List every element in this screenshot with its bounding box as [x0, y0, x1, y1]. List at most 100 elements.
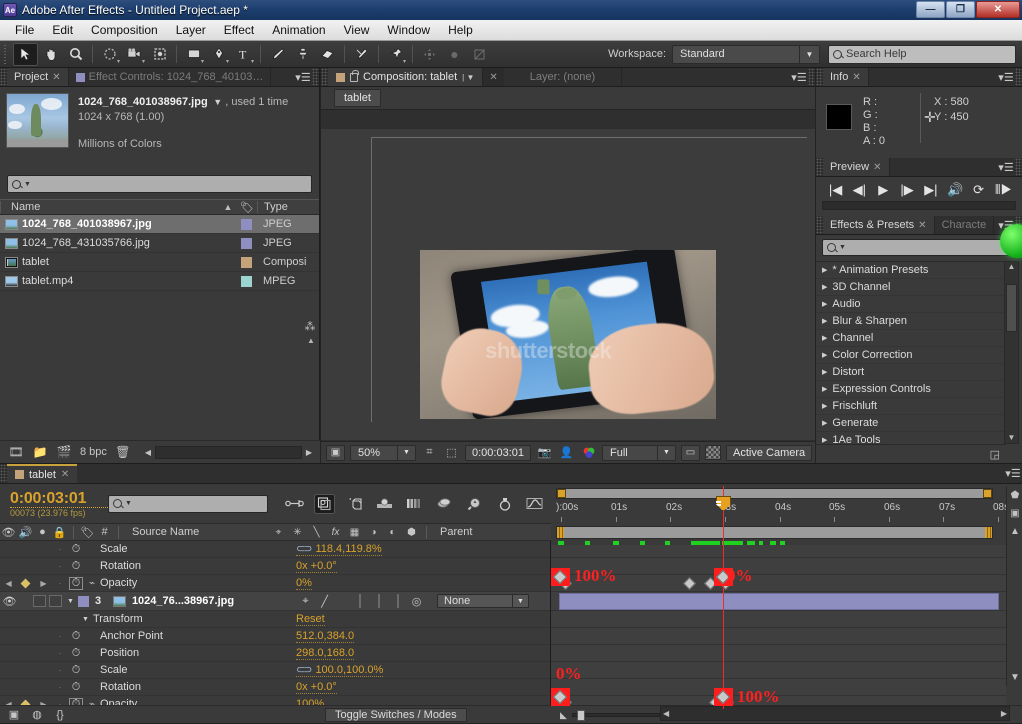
graph-editor-icon[interactable]	[524, 494, 545, 514]
column-name[interactable]: Name	[0, 201, 219, 213]
property-value[interactable]: 100.0,100.0%	[296, 663, 384, 677]
selection-tool[interactable]	[13, 42, 38, 66]
chevron-right-icon[interactable]: ▶	[822, 368, 827, 376]
fx-tab-grip[interactable]	[816, 216, 823, 234]
close-button[interactable]: ✕	[976, 1, 1020, 18]
play-icon[interactable]: ▶	[876, 182, 891, 198]
label-color-swatch[interactable]	[77, 595, 89, 607]
preview-tab-grip[interactable]	[816, 158, 823, 176]
region-toggle-icon[interactable]: ▭	[681, 444, 700, 461]
scroll-right-icon[interactable]: ▶	[1001, 709, 1007, 718]
frame-blending-footer-icon[interactable]: ▣	[6, 708, 22, 721]
scrollbar-thumb[interactable]	[1006, 284, 1017, 332]
resolution-select[interactable]: Full ▼	[602, 444, 676, 461]
close-icon[interactable]: ✕	[52, 72, 60, 83]
roto-brush-tool[interactable]	[349, 43, 374, 66]
workspace-select[interactable]: Standard ▼	[672, 44, 820, 64]
camera-tool[interactable]: ▾	[122, 43, 147, 66]
lock-icon[interactable]	[350, 69, 359, 82]
timeline-tab-grip[interactable]	[0, 464, 7, 483]
graph-footer-icon[interactable]: {}	[52, 709, 68, 721]
reset-link[interactable]: Reset	[296, 613, 325, 626]
list-item[interactable]: 1024_768_401038967.jpg JPEG	[0, 215, 319, 234]
stopwatch-icon[interactable]: ⏱	[68, 647, 84, 660]
current-time-display[interactable]: 0:00:03:01	[465, 444, 531, 461]
sort-ascending-icon[interactable]: ▲	[219, 202, 237, 212]
align-icon[interactable]	[417, 43, 442, 66]
panel-menu-icon[interactable]: ▾☰	[997, 159, 1015, 176]
panel-menu-icon[interactable]: ▾☰	[1004, 465, 1022, 482]
parent-pickwhip-icon[interactable]: ◎	[407, 595, 426, 608]
list-item[interactable]: ▶ Generate	[816, 415, 1006, 432]
timeline-search-input[interactable]: ▼	[108, 494, 268, 513]
chevron-right-icon[interactable]: ▶	[822, 317, 827, 325]
toggle-switches-modes-button[interactable]: Toggle Switches / Modes	[325, 707, 467, 722]
chevron-right-icon[interactable]: ▶	[822, 351, 827, 359]
type-tool[interactable]: T ▾	[231, 43, 256, 66]
menu-composition[interactable]: Composition	[82, 21, 167, 39]
close-icon[interactable]: ✕	[61, 469, 69, 480]
tab-layer-none[interactable]: Layer: (none)	[503, 68, 623, 86]
chevron-right-icon[interactable]: ▶	[822, 334, 827, 342]
tab-preview[interactable]: Preview ✕	[823, 158, 890, 176]
label-tag-icon[interactable]: 🏷	[237, 201, 257, 214]
layer-marker-icon[interactable]: ▣	[1007, 504, 1022, 522]
camera-view-select[interactable]: Active Camera	[726, 444, 813, 461]
brainstorm-icon[interactable]	[434, 494, 455, 514]
chevron-down-icon[interactable]: ▼	[67, 598, 74, 605]
work-area-end-handle[interactable]	[983, 489, 992, 498]
zoom-knob[interactable]	[576, 710, 585, 721]
lock-icon[interactable]: 🔒	[51, 526, 68, 539]
pen-tool[interactable]: ▾	[206, 43, 231, 66]
label-color-swatch[interactable]	[235, 256, 257, 268]
work-area-start-handle[interactable]	[557, 489, 566, 498]
property-row-position[interactable]: · ⏱ Position 298.0,168.0	[0, 645, 550, 662]
frame-blend-toggle[interactable]	[350, 594, 369, 608]
label-color-swatch[interactable]	[235, 275, 257, 287]
bit-depth-label[interactable]: 8 bpc	[80, 446, 107, 458]
clone-stamp-tool[interactable]	[290, 43, 315, 66]
menu-effect[interactable]: Effect	[215, 21, 263, 39]
menu-animation[interactable]: Animation	[263, 21, 334, 39]
new-folder-icon[interactable]: 📁	[32, 445, 48, 459]
graph-editor-set-icon[interactable]: ⌁	[84, 578, 100, 589]
column-parent[interactable]: Parent	[432, 526, 472, 538]
shape-tool[interactable]: ▾	[181, 43, 206, 66]
scroll-down-icon[interactable]: ▼	[1007, 668, 1022, 686]
chevron-right-icon[interactable]: ▶	[822, 436, 827, 444]
transform-group-row[interactable]: ▼ Transform Reset	[0, 611, 550, 628]
channel-rgb-icon[interactable]	[580, 445, 597, 461]
panel-menu-icon[interactable]: ▾☰	[997, 69, 1015, 86]
project-tab-grip[interactable]	[0, 68, 7, 86]
loop-icon[interactable]: ⟳	[971, 182, 986, 198]
close-icon[interactable]: ✕	[918, 220, 926, 231]
eye-icon[interactable]: 👁	[0, 595, 19, 608]
always-preview-icon[interactable]: ▣	[326, 444, 345, 461]
list-item[interactable]: ▶ Channel	[816, 330, 1006, 347]
solo-toggle[interactable]	[33, 595, 46, 607]
pan-behind-tool[interactable]	[147, 43, 172, 66]
effects-vertical-scrollbar[interactable]: ▲ ▼	[1004, 261, 1019, 444]
tab-effect-controls[interactable]: Effect Controls: 1024_768_40103…	[68, 68, 272, 86]
list-item[interactable]: ▶ Blur & Sharpen	[816, 313, 1006, 330]
label-color-swatch[interactable]	[235, 237, 257, 249]
rotation-tool[interactable]: ▾	[97, 43, 122, 66]
new-footage-icon[interactable]: 🎬	[56, 445, 72, 459]
stopwatch-icon[interactable]: ⏱	[68, 560, 84, 573]
motion-sketch-icon[interactable]	[494, 494, 515, 514]
column-source-name[interactable]: Source Name	[124, 526, 269, 538]
chevron-right-icon[interactable]: ▶	[822, 300, 827, 308]
keyframe-marker[interactable]	[683, 577, 696, 590]
list-item[interactable]: 1024_768_431035766.jpg JPEG	[0, 234, 319, 253]
draft-3d-icon[interactable]	[314, 493, 335, 514]
zoom-out-icon[interactable]: ◣	[560, 710, 567, 721]
show-snapshot-icon[interactable]: 👤	[558, 445, 575, 461]
list-item[interactable]: ▶ * Animation Presets	[816, 262, 1006, 279]
menu-help[interactable]: Help	[439, 21, 482, 39]
timeline-vertical-scrollbar[interactable]: ⬟ ▣ ▲ ▼	[1006, 486, 1022, 686]
snapshot-icon[interactable]: 📷	[536, 445, 553, 461]
motion-blur-footer-icon[interactable]: ◍	[29, 708, 45, 721]
new-composition-icon[interactable]: 🎞	[8, 445, 24, 459]
list-item[interactable]: ▶ Audio	[816, 296, 1006, 313]
ram-preview-icon[interactable]: ⦀▶	[995, 182, 1012, 198]
